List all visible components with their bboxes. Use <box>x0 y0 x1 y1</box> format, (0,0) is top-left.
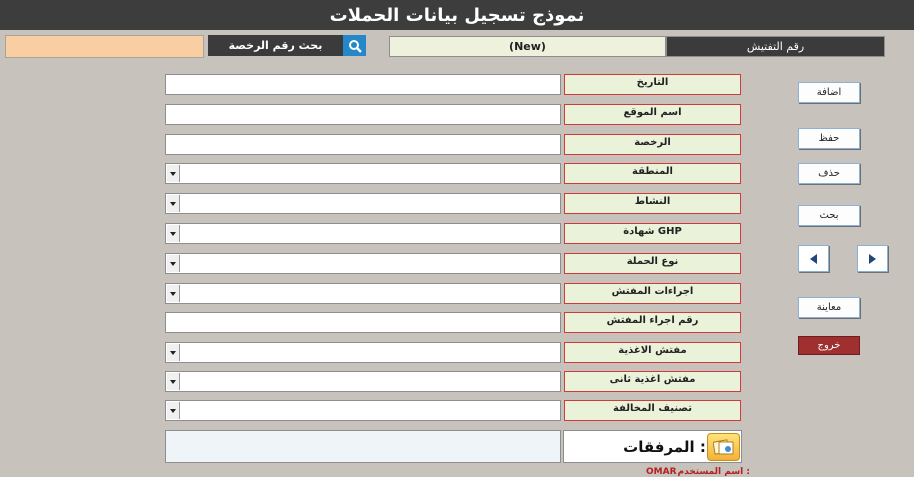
preview-button[interactable]: معاينة <box>798 297 860 318</box>
search-button[interactable]: بحث <box>798 205 860 226</box>
ghp-certificate-select[interactable] <box>165 223 561 244</box>
region-select[interactable] <box>165 163 561 184</box>
triangle-right-icon <box>868 253 876 264</box>
license-label: الرخصة <box>564 134 741 155</box>
site-name-field[interactable] <box>165 104 561 125</box>
site-name-label: اسم الموقع <box>564 104 741 125</box>
food-inspector-label: مفتش الاغذية <box>564 342 741 363</box>
region-label: المنطقة <box>564 163 741 184</box>
form-title: نموذج تسجيل بيانات الحملات <box>0 0 914 30</box>
second-food-inspector-select[interactable] <box>165 371 561 392</box>
form-row-date: التاريخ <box>165 74 741 95</box>
activity-select[interactable] <box>165 193 561 214</box>
triangle-left-icon <box>809 253 817 264</box>
inspection-number-label: رقم التفتيش <box>666 36 885 57</box>
dropdown-arrow-icon[interactable] <box>167 285 180 302</box>
license-search-input[interactable] <box>5 35 204 58</box>
license-search-label: بحث رقم الرخصة <box>208 35 343 56</box>
form-row-activity: النشاط <box>165 193 741 214</box>
user-label: اسم المستخدم : <box>677 467 750 477</box>
save-button[interactable]: حفظ <box>798 128 860 149</box>
license-field[interactable] <box>165 134 561 155</box>
violation-category-label: تصنيف المخالفة <box>564 400 741 421</box>
inspector-actions-label: اجراءات المفتش <box>564 283 741 304</box>
dropdown-arrow-icon[interactable] <box>167 344 180 361</box>
campaign-type-select[interactable] <box>165 253 561 274</box>
license-search-button[interactable] <box>343 35 366 56</box>
attachments-box[interactable] <box>165 430 561 463</box>
attachment-image-icon <box>712 439 733 455</box>
form-row-campaign-type: نوع الحملة <box>165 253 741 274</box>
add-button[interactable]: اضافة <box>798 82 860 103</box>
delete-button[interactable]: حذف <box>798 163 860 184</box>
dropdown-arrow-icon[interactable] <box>167 255 180 272</box>
search-icon <box>348 39 362 53</box>
attachment-icon[interactable] <box>707 433 740 461</box>
form-row-violation-category: تصنيف المخالفة <box>165 400 741 421</box>
user-name: OMAR <box>646 467 677 477</box>
inspection-number-field[interactable]: (New) <box>389 36 666 57</box>
next-record-button[interactable] <box>857 245 888 272</box>
form-row-site-name: اسم الموقع <box>165 104 741 125</box>
dropdown-arrow-icon[interactable] <box>167 195 180 212</box>
dropdown-arrow-icon[interactable] <box>167 373 180 390</box>
violation-category-select[interactable] <box>165 400 561 421</box>
inspector-action-number-label: رقم اجراء المفتش <box>564 312 741 333</box>
activity-label: النشاط <box>564 193 741 214</box>
campaign-type-label: نوع الحملة <box>564 253 741 274</box>
dropdown-arrow-icon[interactable] <box>167 165 180 182</box>
inspector-actions-select[interactable] <box>165 283 561 304</box>
date-label: التاريخ <box>564 74 741 95</box>
previous-record-button[interactable] <box>798 245 829 272</box>
form-row-second-food-inspector: مفتش اغذية ثانى <box>165 371 741 392</box>
form-row-region: المنطقة <box>165 163 741 184</box>
form-row-license: الرخصة <box>165 134 741 155</box>
inspector-action-number-field[interactable] <box>165 312 561 333</box>
form-row-inspector-action-number: رقم اجراء المفتش <box>165 312 741 333</box>
exit-button[interactable]: خروج <box>798 336 860 355</box>
form-row-inspector-actions: اجراءات المفتش <box>165 283 741 304</box>
date-field[interactable] <box>165 74 561 95</box>
form-row-ghp-certificate: شهادة GHP <box>165 223 741 244</box>
food-inspector-select[interactable] <box>165 342 561 363</box>
form-row-food-inspector: مفتش الاغذية <box>165 342 741 363</box>
ghp-certificate-label: شهادة GHP <box>564 223 741 244</box>
current-user: OMAR اسم المستخدم : <box>646 464 750 477</box>
dropdown-arrow-icon[interactable] <box>167 402 180 419</box>
second-food-inspector-label: مفتش اغذية ثانى <box>564 371 741 392</box>
dropdown-arrow-icon[interactable] <box>167 225 180 242</box>
